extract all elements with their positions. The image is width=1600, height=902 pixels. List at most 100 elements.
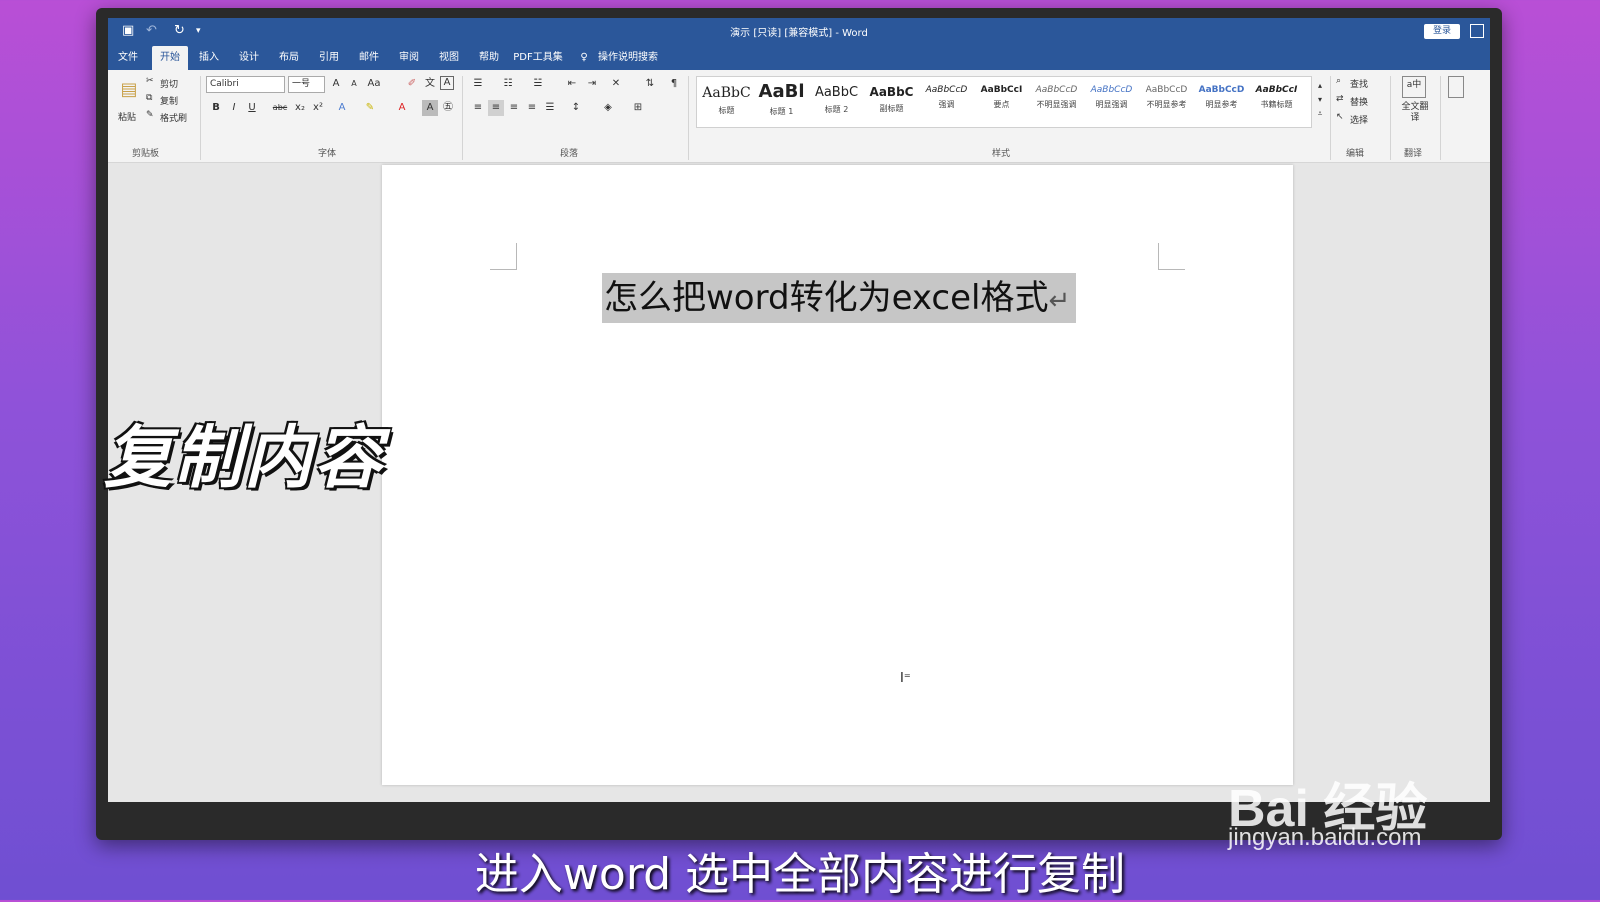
scissors-icon: ✂ [146,76,154,86]
replace-button[interactable]: 替换 [1350,95,1368,108]
enclose-char-icon[interactable]: ㊄ [440,100,456,116]
baidu-watermark: Bai 经验 jingyan.baidu.com [1228,752,1518,862]
copy-button[interactable]: 复制 [160,94,178,107]
replace-icon: ⇄ [1336,94,1344,104]
translate-document-button[interactable]: 全文翻译 [1400,102,1430,124]
gallery-more-icon[interactable]: ⩡ [1312,106,1328,122]
paragraph-mark: ↵ [1048,286,1071,316]
font-group-label: 字体 [318,149,337,159]
tab-file[interactable]: 文件 [114,46,142,70]
ribbon-display-options-icon[interactable] [1470,24,1484,38]
brush-icon: ✎ [146,110,154,120]
shading-icon[interactable]: ◈ [600,100,616,116]
paper-check-icon[interactable] [1448,76,1464,98]
strikethrough-icon[interactable]: abc [272,100,288,116]
italic-icon[interactable]: I [226,100,242,116]
window-title: 演示 [只读] [兼容模式] - Word [730,28,868,39]
editing-group-label: 编辑 [1346,149,1365,159]
divider [462,76,463,160]
font-name-combo[interactable]: Calibri [206,76,285,93]
underline-icon[interactable]: U [244,100,260,116]
line-spacing-icon[interactable]: ↕ [568,100,584,116]
distributed-icon[interactable]: ☰ [542,100,558,116]
styles-gallery: AaBbC 标题 AaBl 标题 1 AaBbC 标题 2 AaBbC 副标题 AaBb… [696,76,1312,128]
copy-icon: ⧉ [146,93,153,103]
align-right-icon[interactable]: ≡ [506,100,522,116]
document-page[interactable]: 怎么把word转化为excel格式↵ [382,165,1293,785]
login-button[interactable]: 登录 [1424,24,1460,39]
borders-icon[interactable]: ⊞ [630,100,646,116]
numbering-icon[interactable]: ☷ [500,76,516,92]
char-border-icon[interactable]: A [440,76,454,90]
tab-references[interactable]: 引用 [314,46,344,70]
tab-layout[interactable]: 布局 [274,46,304,70]
font-color-icon[interactable]: A [394,100,410,116]
font-size-combo[interactable]: 一号 [288,76,325,93]
style-strong[interactable]: AaBbCcI 要点 [974,77,1029,127]
find-button[interactable]: 查找 [1350,77,1368,90]
format-painter-button[interactable]: 格式刷 [160,111,187,124]
selected-text[interactable]: 怎么把word转化为excel格式↵ [602,273,1077,323]
char-shading-icon[interactable]: A [422,100,438,116]
tab-mailings[interactable]: 邮件 [354,46,384,70]
select-icon: ↖ [1336,112,1344,122]
clear-format-icon[interactable]: ✐ [404,76,420,92]
justify-icon[interactable]: ≡ [524,100,540,116]
document-title-text: 怎么把word转化为excel格式 [604,278,1049,318]
find-icon: ⌕ [1336,76,1342,86]
divider [1440,76,1441,160]
paste-icon[interactable]: ▤ [118,81,140,104]
tab-home[interactable]: 开始 [152,46,188,70]
style-subtitle[interactable]: AaBbC 副标题 [864,77,919,127]
tab-view[interactable]: 视图 [434,46,464,70]
change-case-icon[interactable]: Aa [366,76,382,92]
overlay-caption: 复制内容 [104,419,385,498]
bullets-icon[interactable]: ☰ [470,76,486,92]
tab-design[interactable]: 设计 [234,46,264,70]
cut-button[interactable]: 剪切 [160,77,178,90]
style-heading-2[interactable]: AaBbC 标题 2 [809,77,864,127]
superscript-icon[interactable]: x² [310,100,326,116]
chinese-layout-icon[interactable]: ✕ [608,76,624,92]
text-effects-icon[interactable]: A [334,100,350,116]
tell-me-search[interactable]: 操作说明搜索 [596,46,660,70]
tab-review[interactable]: 审阅 [394,46,424,70]
decrease-indent-icon[interactable]: ⇤ [564,76,580,92]
phonetic-icon[interactable]: 文 [422,76,438,92]
style-emphasis[interactable]: AaBbCcD 强调 [919,77,974,127]
shrink-font-icon[interactable]: A [346,76,362,92]
align-left-icon[interactable]: ≡ [470,100,486,116]
show-marks-icon[interactable]: ¶ [666,76,682,92]
increase-indent-icon[interactable]: ⇥ [584,76,600,92]
subscript-icon[interactable]: x₂ [292,100,308,116]
title-bar: ▣ ↶ ↻ ▾ 演示 [只读] [兼容模式] - Word 登录 [108,18,1490,46]
multilevel-list-icon[interactable]: ☱ [530,76,546,92]
style-intense-emphasis[interactable]: AaBbCcD 明显强调 [1084,77,1139,127]
ribbon-tabs: 文件 开始 插入 设计 布局 引用 邮件 审阅 视图 帮助 PDF工具集 ♀ 操… [108,46,1490,70]
style-intense-reference[interactable]: AaBbCcD 明显参考 [1194,77,1249,127]
divider [688,76,689,160]
sort-icon[interactable]: ⇅ [642,76,658,92]
ibeam-cursor-icon: I⁼ [900,671,911,686]
clipboard-group-label: 剪贴板 [132,149,160,159]
paragraph-group-label: 段落 [560,149,579,159]
highlight-icon[interactable]: ✎ [362,100,378,116]
tab-pdf-tools[interactable]: PDF工具集 [510,46,566,70]
grow-font-icon[interactable]: A [328,76,344,92]
tab-help[interactable]: 帮助 [474,46,504,70]
tab-insert[interactable]: 插入 [194,46,224,70]
style-subtle-reference[interactable]: AaBbCcD 不明显参考 [1139,77,1194,127]
bold-icon[interactable]: B [208,100,224,116]
align-center-icon[interactable]: ≡ [488,100,504,116]
style-subtle-emphasis[interactable]: AaBbCcD 不明显强调 [1029,77,1084,127]
select-button[interactable]: 选择 [1350,113,1368,126]
lightbulb-icon: ♀ [580,52,588,63]
translate-icon[interactable]: a中 [1402,76,1426,98]
divider [1330,76,1331,160]
style-book-title[interactable]: AaBbCcI 书籍标题 [1249,77,1304,127]
margin-mark-right [1158,243,1185,270]
style-heading-1[interactable]: AaBl 标题 1 [754,77,809,127]
style-title[interactable]: AaBbC 标题 [699,77,754,127]
paste-label[interactable]: 粘贴 [118,110,136,123]
translate-group-label: 翻译 [1404,149,1423,159]
